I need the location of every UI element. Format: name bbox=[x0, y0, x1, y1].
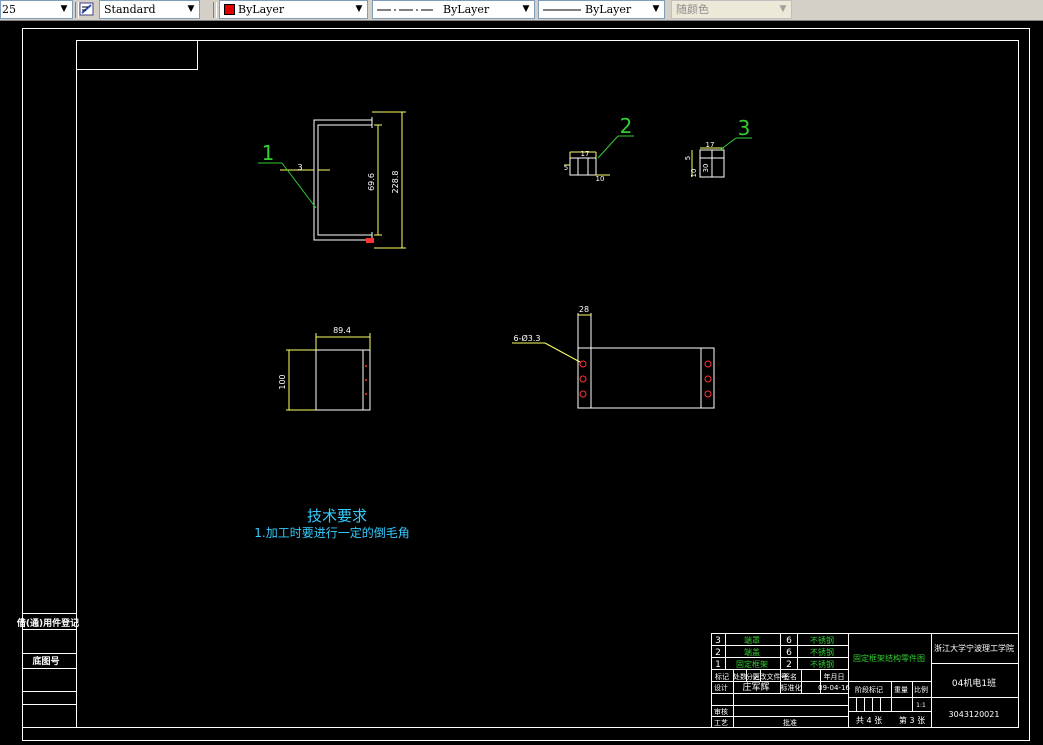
part-row-qty: 6 bbox=[786, 636, 792, 646]
linetype-preview-icon bbox=[377, 9, 433, 11]
part-row-qty: 6 bbox=[786, 648, 792, 658]
drawing-canvas[interactable]: 借(通)用件登记 底图号 1 3 69.6 228.8 2 17 5 10 3 … bbox=[0, 20, 1043, 741]
text-style-icon[interactable] bbox=[79, 2, 95, 17]
student-number: 3043120021 bbox=[949, 710, 1000, 719]
school-name: 浙江大学宁波理工学院 bbox=[934, 643, 1014, 653]
code-box bbox=[76, 40, 198, 70]
dim-part3-width: 17 bbox=[706, 141, 715, 149]
dim-part2-height: 10 bbox=[596, 175, 605, 183]
toolbar-separator bbox=[213, 2, 217, 18]
dim-part3-height: 10 bbox=[690, 169, 698, 178]
scale-dropdown-value: 25 bbox=[2, 3, 16, 16]
part-row-no: 1 bbox=[715, 660, 721, 670]
chevron-down-icon: ▼ bbox=[60, 4, 68, 14]
lineweight-dropdown[interactable]: ByLayer ▼ bbox=[538, 0, 665, 19]
check-label: 审核 bbox=[714, 707, 728, 716]
left-strip-label-2: 底图号 bbox=[32, 655, 59, 667]
header-mark: 标记 bbox=[715, 672, 729, 681]
part-row-name: 固定框架 bbox=[736, 659, 768, 669]
chevron-down-icon: ▼ bbox=[355, 4, 363, 14]
dim-part3-depth: 5 bbox=[684, 156, 692, 160]
text-style-value: Standard bbox=[104, 3, 156, 16]
designer-name: 庄军辉 bbox=[742, 681, 769, 693]
dim-part2-width: 17 bbox=[581, 150, 590, 158]
tech-requirements-note: 1.加工时要进行一定的倒毛角 bbox=[254, 525, 409, 540]
chevron-down-icon: ▼ bbox=[652, 4, 660, 14]
dim-side-holes: 6-Ø3.3 bbox=[514, 333, 541, 343]
dim-part1-height: 228.8 bbox=[391, 171, 400, 194]
tech-requirements-title: 技术要求 bbox=[307, 507, 367, 525]
part1-view[interactable] bbox=[258, 111, 406, 249]
color-dropdown[interactable]: ByLayer ▼ bbox=[219, 0, 368, 19]
chevron-down-icon: ▼ bbox=[187, 4, 195, 14]
part2-view[interactable] bbox=[564, 135, 634, 176]
plot-style-dropdown[interactable]: 随颜色 ▼ bbox=[671, 0, 792, 19]
front-view[interactable] bbox=[286, 333, 371, 411]
part-row-no: 3 bbox=[715, 636, 721, 646]
design-label: 设计 bbox=[714, 683, 728, 692]
color-value: ByLayer bbox=[238, 3, 285, 16]
chevron-down-icon: ▼ bbox=[779, 4, 787, 14]
part-label-3: 3 bbox=[738, 116, 751, 140]
part-row-material: 不锈钢 bbox=[810, 659, 834, 669]
drawing-scale: 1:1 bbox=[916, 702, 926, 709]
class-name: 04机电1班 bbox=[952, 677, 996, 689]
std-label: 标准化 bbox=[781, 683, 802, 692]
color-swatch bbox=[224, 4, 235, 15]
design-date: 09-04-16 bbox=[818, 684, 850, 692]
dim-side-depth: 28 bbox=[579, 305, 589, 314]
total-sheets: 共 4 张 bbox=[856, 716, 882, 725]
approve-label: 批准 bbox=[783, 718, 797, 727]
lineweight-value: ByLayer bbox=[585, 3, 632, 16]
stage-label: 阶段标记 bbox=[855, 685, 883, 694]
header-count: 处数 bbox=[733, 672, 747, 681]
part-row-name: 端盖 bbox=[744, 647, 760, 657]
lineweight-preview-icon bbox=[543, 9, 581, 11]
sheet-number: 第 3 张 bbox=[899, 715, 925, 725]
chevron-down-icon: ▼ bbox=[522, 4, 530, 14]
dim-front-height: 100 bbox=[278, 374, 287, 389]
part-label-2: 2 bbox=[620, 114, 633, 138]
scale-dropdown[interactable]: 25 ▼ bbox=[0, 0, 73, 19]
scale-label: 比例 bbox=[914, 685, 928, 694]
text-style-dropdown[interactable]: Standard ▼ bbox=[99, 0, 200, 19]
part-row-qty: 2 bbox=[786, 660, 792, 670]
weight-label: 重量 bbox=[894, 686, 908, 694]
part-row-material: 不锈钢 bbox=[810, 647, 834, 657]
part3-view[interactable] bbox=[691, 137, 752, 178]
dim-part1-thickness: 3 bbox=[297, 163, 302, 172]
part-row-material: 不锈钢 bbox=[810, 635, 834, 645]
linetype-dropdown[interactable]: ByLayer ▼ bbox=[372, 0, 535, 19]
header-date: 年月日 bbox=[824, 672, 845, 681]
part-label-1: 1 bbox=[262, 141, 275, 165]
plot-style-value: 随颜色 bbox=[676, 3, 709, 16]
properties-toolbar: 25 ▼ Standard ▼ ByLayer ▼ ByLayer ▼ ByLa… bbox=[0, 0, 1043, 21]
process-label: 工艺 bbox=[714, 719, 728, 727]
side-view[interactable] bbox=[512, 313, 715, 409]
dim-part3-length: 30 bbox=[702, 164, 710, 173]
dim-part2-depth: 5 bbox=[564, 164, 568, 172]
left-strip-label-1: 借(通)用件登记 bbox=[16, 617, 79, 629]
inner-frame bbox=[76, 40, 1019, 728]
linetype-value: ByLayer bbox=[443, 3, 490, 16]
dim-front-width: 89.4 bbox=[333, 326, 351, 335]
drawing-svg[interactable]: 借(通)用件登记 底图号 1 3 69.6 228.8 2 17 5 10 3 … bbox=[0, 20, 1043, 741]
dim-part1-inner-height: 69.6 bbox=[367, 173, 376, 191]
drawing-name: 固定框架结构零件图 bbox=[853, 653, 925, 663]
header-sign: 签名 bbox=[783, 672, 797, 681]
part-row-name: 端罩 bbox=[744, 635, 760, 645]
part-row-no: 2 bbox=[715, 648, 721, 658]
left-strip: 借(通)用件登记 底图号 bbox=[16, 613, 79, 728]
